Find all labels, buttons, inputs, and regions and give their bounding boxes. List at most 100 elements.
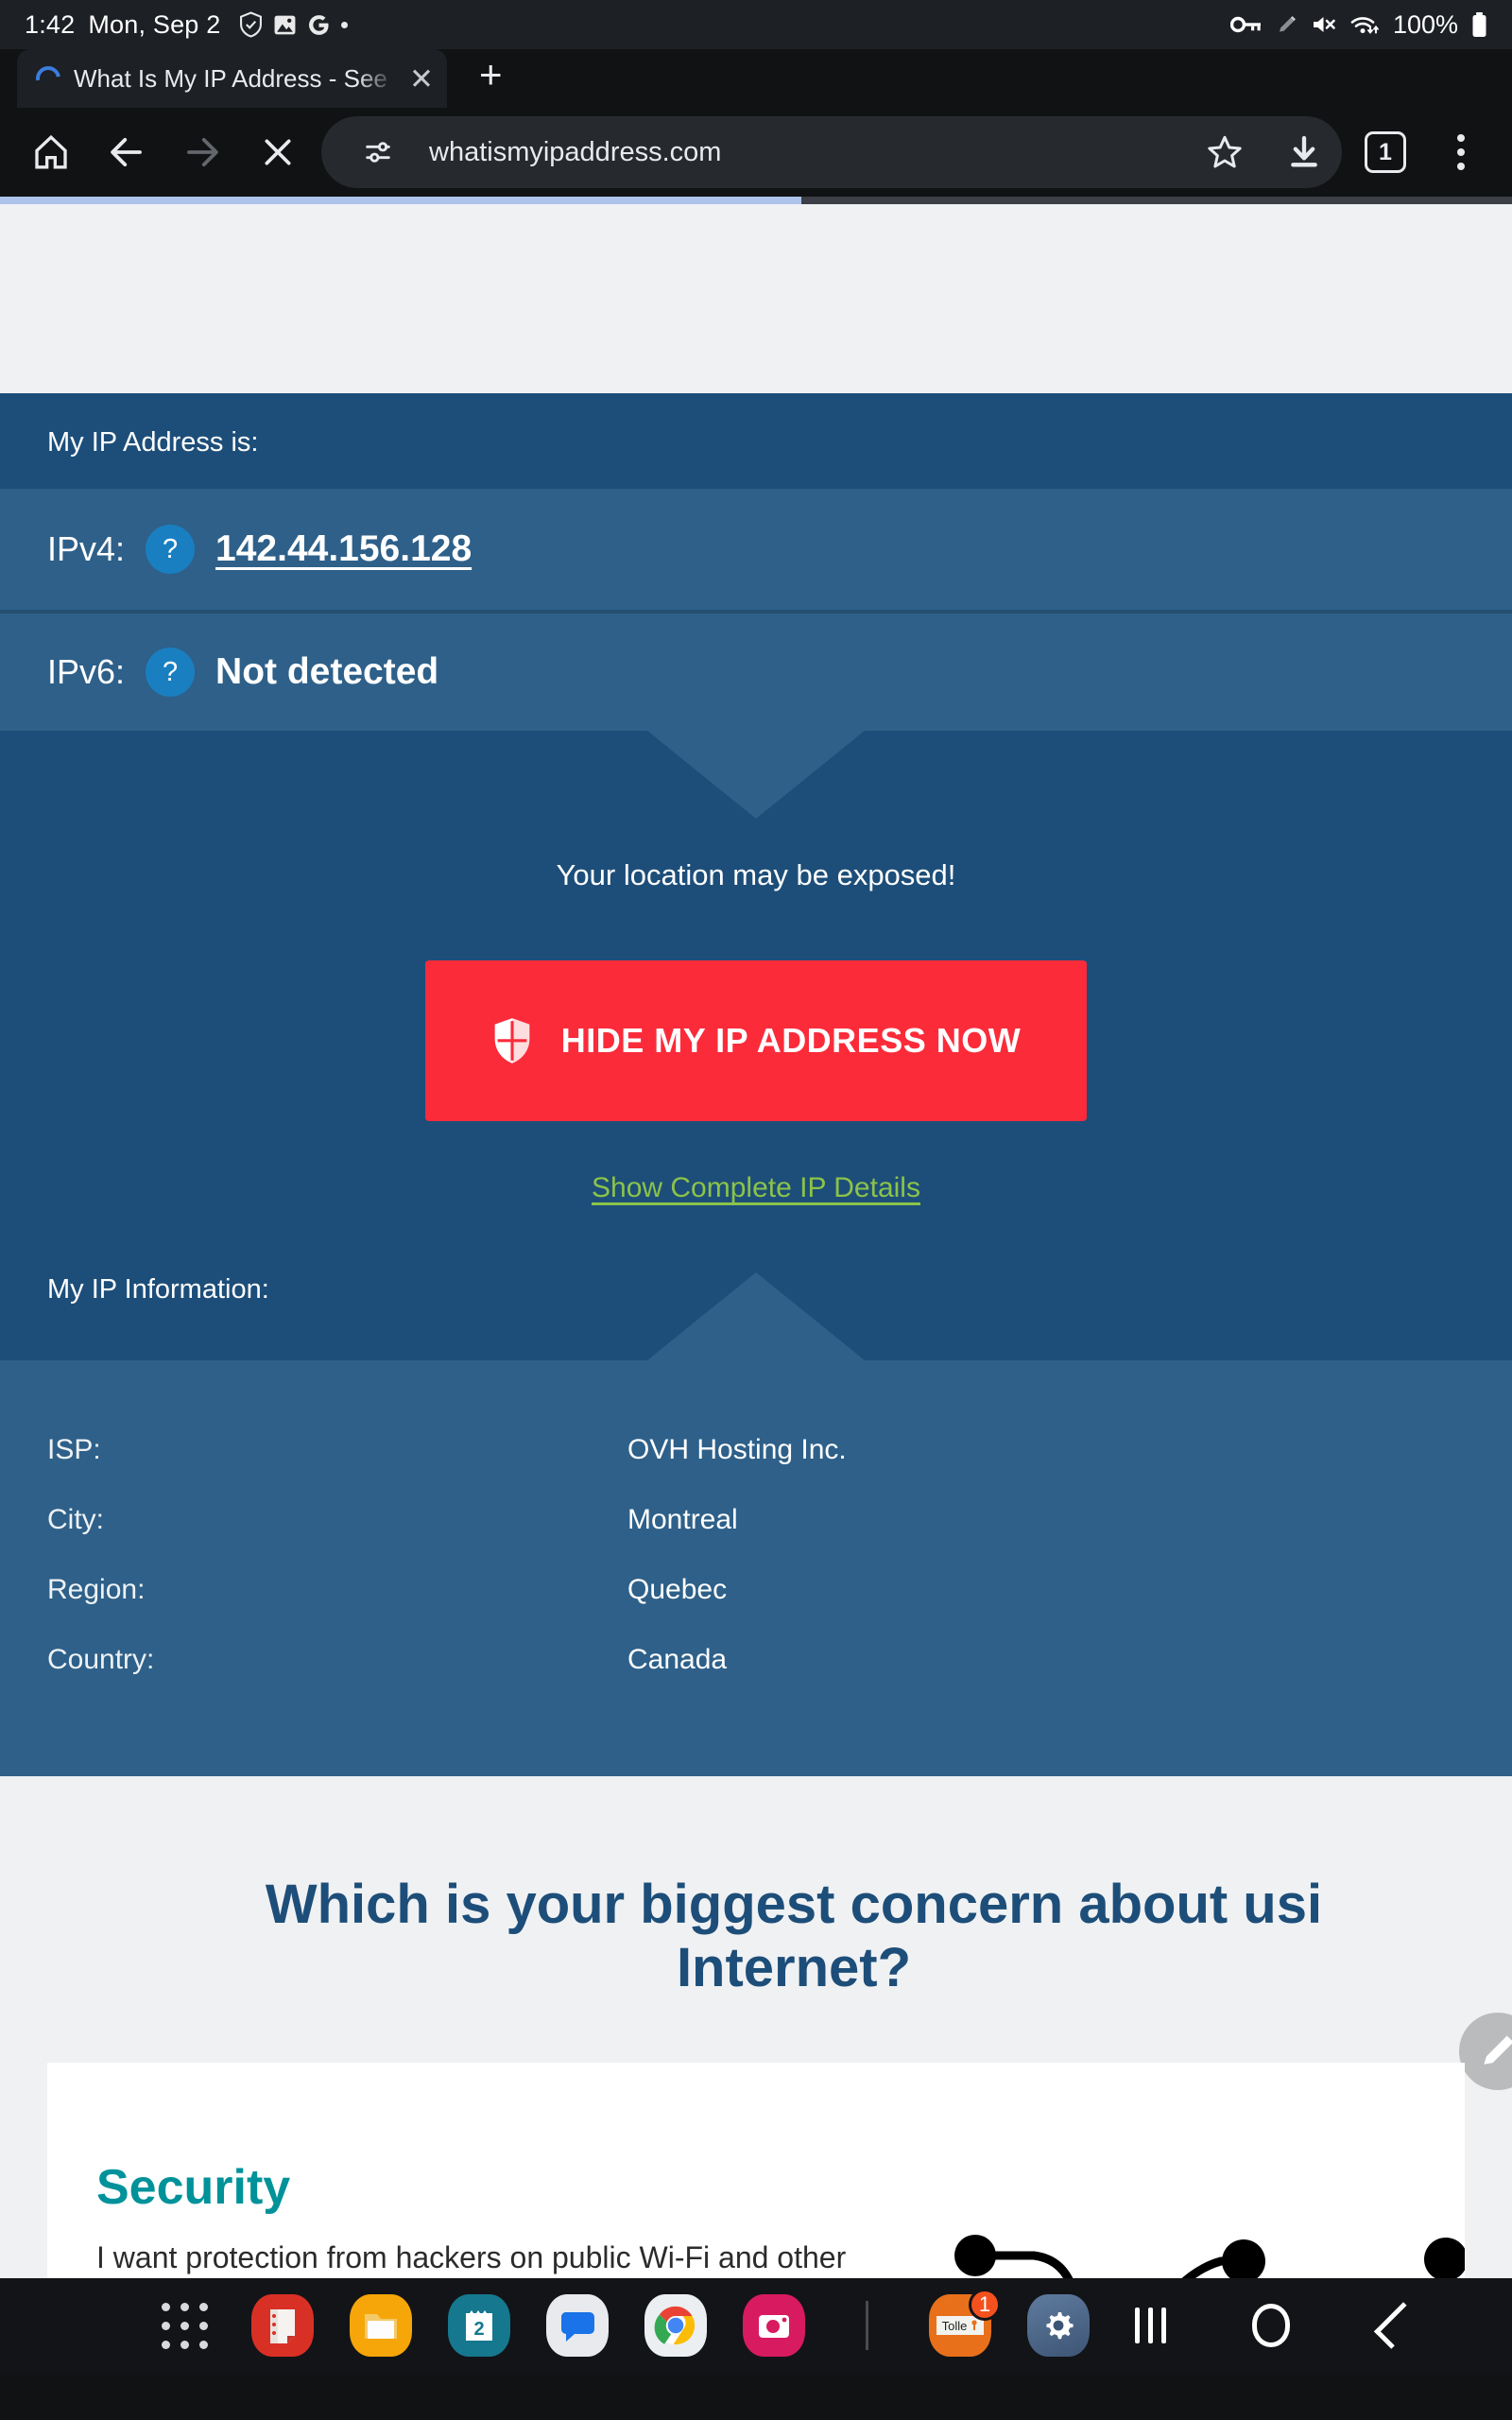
country-value: Canada bbox=[627, 1644, 728, 1675]
table-row: Region: Quebec bbox=[47, 1555, 1465, 1625]
shield-icon bbox=[494, 1018, 530, 1063]
app-drawer-button[interactable] bbox=[153, 2294, 215, 2357]
stop-loading-button[interactable] bbox=[242, 116, 314, 188]
browser-menu-button[interactable] bbox=[1425, 116, 1497, 188]
back-chevron-icon bbox=[1373, 2302, 1421, 2349]
status-notification-icons bbox=[239, 11, 349, 38]
page-load-progress-fill bbox=[0, 197, 801, 204]
tab-count-badge[interactable]: 1 bbox=[1365, 131, 1406, 173]
svg-text:Tolle: Tolle bbox=[942, 2319, 968, 2333]
ip-information-table: ISP: OVH Hosting Inc. City: Montreal Reg… bbox=[0, 1272, 1512, 1776]
country-label: Country: bbox=[47, 1644, 155, 1675]
pencil-icon bbox=[1276, 13, 1298, 36]
home-button[interactable] bbox=[1211, 2278, 1332, 2373]
recents-icon bbox=[1134, 2308, 1166, 2343]
tolle-app-icon[interactable]: Tolle 1 bbox=[929, 2289, 1001, 2357]
forward-button[interactable] bbox=[166, 116, 238, 188]
browser-tab[interactable]: What Is My IP Address - See ✕ bbox=[17, 49, 447, 108]
ipv4-help-icon[interactable]: ? bbox=[146, 525, 196, 574]
show-details-link-wrapper: Show Complete IP Details bbox=[0, 1121, 1512, 1204]
calendar-app-icon[interactable]: 2 bbox=[448, 2294, 510, 2357]
show-complete-ip-details-link[interactable]: Show Complete IP Details bbox=[592, 1172, 920, 1203]
vpn-key-icon bbox=[1229, 13, 1263, 36]
bookmark-button[interactable] bbox=[1196, 124, 1253, 181]
photo-icon bbox=[273, 13, 297, 37]
stop-loading-icon bbox=[265, 139, 291, 165]
my-files-app-icon[interactable] bbox=[350, 2294, 412, 2357]
camera-app-icon[interactable] bbox=[743, 2294, 805, 2357]
city-value: Montreal bbox=[627, 1504, 738, 1535]
ipv6-help-icon[interactable]: ? bbox=[146, 648, 196, 697]
pencil-edit-icon bbox=[1484, 2035, 1512, 2065]
chrome-app-icon[interactable] bbox=[644, 2294, 707, 2357]
download-button[interactable] bbox=[1276, 124, 1332, 181]
dot-indicator-icon bbox=[341, 21, 349, 28]
hide-my-ip-button[interactable]: HIDE MY IP ADDRESS NOW bbox=[425, 960, 1087, 1121]
status-time: 1:42 bbox=[25, 9, 76, 39]
ipv4-label: IPv4: bbox=[47, 529, 126, 568]
page-load-progress bbox=[0, 197, 1512, 204]
notch-up-decoration bbox=[647, 1272, 865, 1360]
status-bar-left: 1:42 Mon, Sep 2 bbox=[25, 9, 349, 40]
tune-icon[interactable] bbox=[350, 124, 406, 181]
url-text[interactable]: whatismyipaddress.com bbox=[429, 137, 1174, 168]
table-row: ISP: OVH Hosting Inc. bbox=[47, 1415, 1465, 1485]
sound-muted-icon bbox=[1312, 13, 1336, 36]
app-grid-icon bbox=[161, 2302, 208, 2349]
cta-band: Your location may be exposed! HIDE MY IP… bbox=[0, 731, 1512, 1360]
tab-strip: What Is My IP Address - See ✕ + bbox=[0, 49, 1512, 108]
back-button[interactable] bbox=[91, 116, 163, 188]
ip-header-label: My IP Address is: bbox=[47, 427, 259, 458]
table-row: City: Montreal bbox=[47, 1485, 1465, 1555]
status-bar: 1:42 Mon, Sep 2 100% bbox=[0, 0, 1512, 49]
settings-app-icon[interactable] bbox=[1027, 2294, 1090, 2357]
cta-button-wrapper: HIDE MY IP ADDRESS NOW bbox=[0, 892, 1512, 1121]
tab-loading-spinner-icon bbox=[30, 60, 66, 96]
system-nav-buttons bbox=[1090, 2278, 1485, 2373]
status-date: Mon, Sep 2 bbox=[88, 9, 221, 39]
tab-switcher-button[interactable]: 1 bbox=[1349, 116, 1421, 188]
recents-button[interactable] bbox=[1090, 2278, 1211, 2373]
edit-fab-button[interactable] bbox=[1459, 2013, 1512, 2090]
home-icon bbox=[35, 134, 67, 169]
battery-full-icon bbox=[1471, 11, 1487, 38]
poll-question-title: Which is your biggest concern about usi … bbox=[265, 1874, 1323, 1999]
dock-app-list: 2 Tolle 1 bbox=[28, 2289, 1090, 2357]
poll-option-card[interactable]: Security I want protection from hackers … bbox=[47, 2062, 1465, 2308]
forward-arrow-icon bbox=[187, 137, 218, 167]
ipv6-row: IPv6: ? Not detected bbox=[0, 610, 1512, 731]
region-label: Region: bbox=[47, 1574, 146, 1605]
isp-label: ISP: bbox=[47, 1434, 101, 1465]
ipv4-value[interactable]: 142.44.156.128 bbox=[215, 528, 472, 570]
back-arrow-icon bbox=[111, 137, 142, 167]
page-top-whitespace bbox=[0, 204, 1512, 393]
messages-app-icon[interactable] bbox=[546, 2294, 609, 2357]
system-dock: 2 Tolle 1 bbox=[0, 2278, 1512, 2373]
ipv4-row: IPv4: ? 142.44.156.128 bbox=[0, 489, 1512, 610]
address-bar[interactable]: whatismyipaddress.com bbox=[321, 116, 1342, 188]
web-page-content: My IP Address is: IPv4: ? 142.44.156.128… bbox=[0, 204, 1512, 2373]
region-value: Quebec bbox=[627, 1574, 728, 1605]
star-outline-icon bbox=[1208, 135, 1242, 168]
status-bar-right: 100% bbox=[1229, 9, 1487, 40]
home-button[interactable] bbox=[15, 116, 87, 188]
tab-close-icon[interactable]: ✕ bbox=[409, 64, 434, 94]
ipv6-label: IPv6: bbox=[47, 652, 126, 691]
battery-percent: 100% bbox=[1392, 9, 1458, 39]
samsung-notes-app-icon[interactable] bbox=[251, 2294, 314, 2357]
table-row: Country: Canada bbox=[47, 1625, 1465, 1695]
shield-check-icon bbox=[239, 11, 263, 38]
browser-toolbar: whatismyipaddress.com 1 bbox=[0, 108, 1512, 197]
ipv6-value: Not detected bbox=[215, 651, 439, 692]
new-tab-button[interactable]: + bbox=[479, 55, 503, 95]
isp-value: OVH Hosting Inc. bbox=[627, 1434, 847, 1465]
city-label: City: bbox=[47, 1504, 104, 1535]
svg-text:2: 2 bbox=[473, 2319, 484, 2340]
dock-divider bbox=[866, 2301, 868, 2350]
download-icon bbox=[1291, 135, 1317, 167]
back-button[interactable] bbox=[1332, 2278, 1452, 2373]
poll-option-text: I want protection from hackers on public… bbox=[96, 2239, 847, 2274]
three-dot-menu-icon[interactable] bbox=[1457, 134, 1465, 170]
hide-my-ip-label: HIDE MY IP ADDRESS NOW bbox=[560, 1021, 1022, 1060]
ip-header-band: My IP Address is: bbox=[0, 393, 1512, 489]
